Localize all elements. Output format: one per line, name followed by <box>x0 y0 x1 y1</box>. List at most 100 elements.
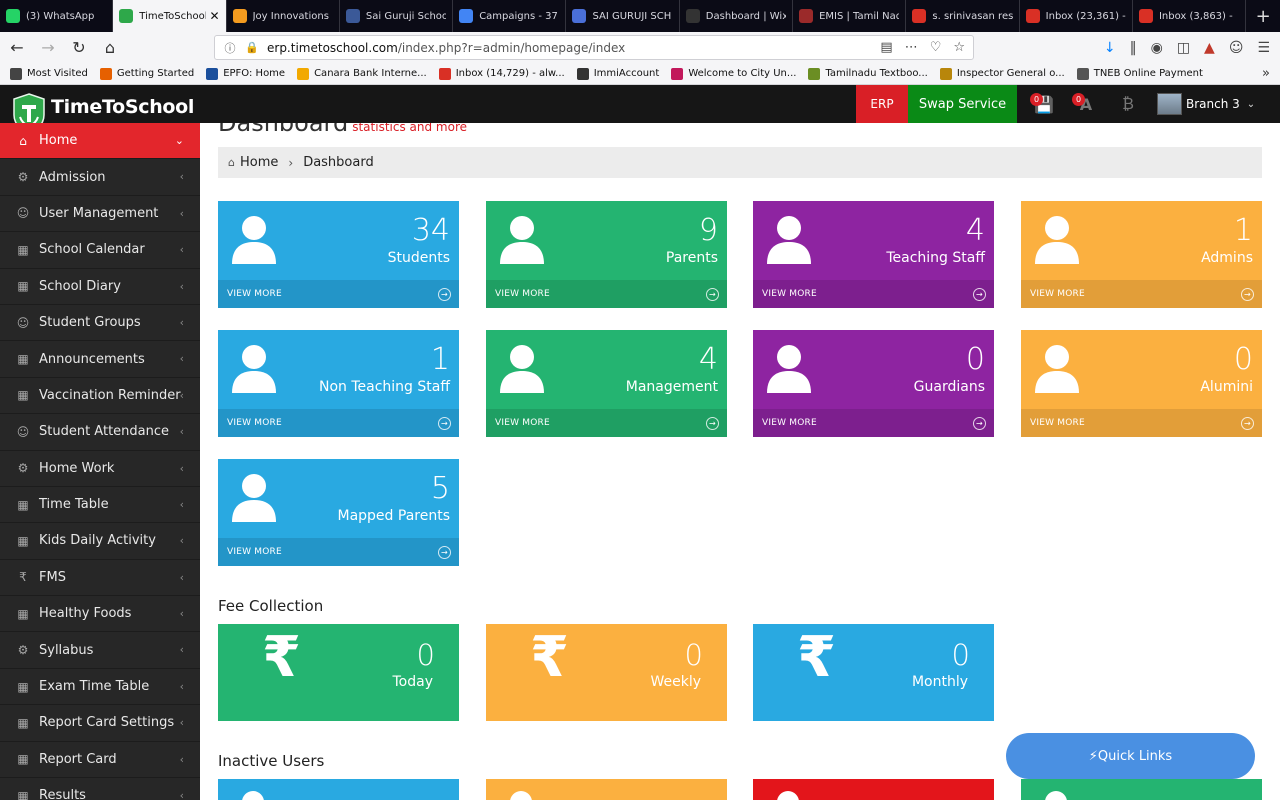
browser-tab[interactable]: (3) WhatsApp <box>0 0 114 32</box>
sidebar-item[interactable]: ⚙ Home Work ‹ <box>0 451 200 487</box>
browser-tab[interactable]: TimeToSchool ✕ <box>113 0 227 32</box>
not-secure-icon[interactable]: 🔒 <box>245 41 259 55</box>
breadcrumb-home[interactable]: Home <box>240 155 278 170</box>
library-icon[interactable]: ‖ <box>1130 40 1137 56</box>
browser-tab[interactable]: Dashboard | Wix <box>680 0 794 32</box>
new-tab-button[interactable]: + <box>1246 0 1280 32</box>
browser-tab-label: SAI GURUJI SCH <box>592 10 672 22</box>
stat-label: Guardians <box>913 379 985 395</box>
download-icon[interactable]: ↓ <box>1104 40 1116 56</box>
browser-tab[interactable]: Sai Guruji School <box>340 0 454 32</box>
reload-button[interactable]: ↻ <box>65 34 93 62</box>
extension-icon[interactable]: ◉ <box>1151 40 1163 56</box>
stat-card-body: 0 Guardians <box>753 330 994 409</box>
back-button[interactable]: ← <box>3 34 31 62</box>
view-more-link[interactable]: VIEW MORE → <box>1021 409 1262 437</box>
branch-name: Branch 3 <box>1186 97 1240 111</box>
bitcoin-icon[interactable]: ₿ <box>1110 85 1146 123</box>
view-more-link[interactable]: VIEW MORE → <box>218 280 459 308</box>
forward-button[interactable]: → <box>34 34 62 62</box>
browser-tab[interactable]: Inbox (3,863) - <box>1133 0 1247 32</box>
sidebar-item[interactable]: ⚙ Admission ‹ <box>0 159 200 196</box>
stat-card-body: 34 Students <box>218 201 459 280</box>
sidebar-item[interactable]: ☺ Student Groups ‹ <box>0 305 200 342</box>
swap-service-button[interactable]: Swap Service <box>908 85 1017 129</box>
page-actions-icon[interactable]: ⋯ <box>905 40 918 55</box>
browser-tab[interactable]: SAI GURUJI SCH <box>566 0 680 32</box>
arrow-circle-right-icon: → <box>438 288 451 301</box>
browser-tab[interactable]: Inbox (23,361) - <box>1020 0 1133 32</box>
branch-selector[interactable]: Branch 3 ⌄ <box>1157 85 1255 123</box>
sidebar-item[interactable]: ▦ Report Card ‹ <box>0 742 200 779</box>
bookmark-item[interactable]: Inspector General o... <box>939 67 1065 80</box>
view-more-link[interactable]: VIEW MORE → <box>486 280 727 308</box>
sidebar-item[interactable]: ▦ School Calendar ‹ <box>0 232 200 269</box>
browser-tab[interactable]: Joy Innovations <box>227 0 340 32</box>
bookmark-label: Welcome to City Un... <box>688 68 797 79</box>
stat-value: 4 <box>965 213 985 248</box>
sidebar-item[interactable]: ▦ Announcements ‹ <box>0 341 200 378</box>
bookmark-item[interactable]: Canara Bank Interne... <box>297 67 427 80</box>
account-icon[interactable]: ☺ <box>1229 40 1244 56</box>
sidebar-item[interactable]: ▦ Healthy Foods ‹ <box>0 596 200 633</box>
browser-tab[interactable]: EMIS | Tamil Nadu <box>793 0 907 32</box>
sidebar-item[interactable]: ▦ Kids Daily Activity ‹ <box>0 523 200 560</box>
calendar-icon: ▦ <box>17 606 29 621</box>
sidebar-item[interactable]: ▦ School Diary ‹ <box>0 269 200 305</box>
address-bar[interactable]: ⓘ 🔒 erp.timetoschool.com/index.php?r=adm… <box>214 35 974 60</box>
font-icon[interactable]: A0 <box>1068 85 1104 123</box>
erp-button[interactable]: ERP <box>856 85 908 129</box>
bookmarks-overflow-icon[interactable]: » <box>1262 66 1270 81</box>
info-icon[interactable]: ⓘ <box>223 41 237 55</box>
menu-icon[interactable]: ☰ <box>1257 40 1270 56</box>
sidebar-item[interactable]: ▦ Results ‹ <box>0 778 200 800</box>
bookmark-item[interactable]: Tamilnadu Textboo... <box>808 67 928 80</box>
sidebar-item[interactable]: ⌂ Home ⌄ <box>0 123 200 160</box>
sidebar-item[interactable]: ☺ Student Attendance ‹ <box>0 414 200 451</box>
user-icon <box>499 344 545 394</box>
view-more-link[interactable]: VIEW MORE → <box>218 538 459 566</box>
url-text[interactable]: erp.timetoschool.com/index.php?r=admin/h… <box>267 41 625 55</box>
pdf-icon[interactable]: ▲ <box>1204 40 1215 56</box>
view-more-link[interactable]: VIEW MORE → <box>753 280 994 308</box>
brand-logo[interactable]: TimeToSchool <box>0 85 200 135</box>
rupee-icon: ₹ <box>19 570 27 585</box>
brand-name: TimeToSchool <box>51 96 195 118</box>
quick-links-button[interactable]: ⚡ Quick Links <box>1006 733 1255 779</box>
bookmark-item[interactable]: TNEB Online Payment <box>1076 67 1203 80</box>
notification-save-icon[interactable]: 💾 0 <box>1026 85 1062 123</box>
view-more-link[interactable]: VIEW MORE → <box>218 409 459 437</box>
bookmark-item[interactable]: Most Visited <box>10 67 88 80</box>
home-button[interactable]: ⌂ <box>96 34 124 62</box>
stat-value: 34 <box>411 213 450 248</box>
bookmark-item[interactable]: Welcome to City Un... <box>671 67 797 80</box>
bookmark-item[interactable]: Getting Started <box>99 67 194 80</box>
browser-tab[interactable]: s. srinivasan res <box>906 0 1020 32</box>
sidebar-item[interactable]: ⚙ Syllabus ‹ <box>0 632 200 669</box>
sidebar-item[interactable]: ▦ Time Table ‹ <box>0 487 200 524</box>
calendar-icon: ▦ <box>17 788 29 800</box>
sidebar-item-label: Report Card <box>39 751 117 767</box>
view-more-link[interactable]: VIEW MORE → <box>486 409 727 437</box>
arrow-circle-right-icon: → <box>706 417 719 430</box>
bookmark-item[interactable]: Inbox (14,729) - alw... <box>438 67 565 80</box>
close-icon[interactable]: ✕ <box>210 9 220 23</box>
inactive-user-card <box>753 779 994 800</box>
url-path: /index.php?r=admin/homepage/index <box>397 40 626 55</box>
browser-tab[interactable]: Campaigns - 37 <box>453 0 567 32</box>
bookmark-item[interactable]: ImmiAccount <box>576 67 659 80</box>
pocket-icon[interactable]: ♡ <box>930 40 942 55</box>
bookmark-item[interactable]: EPFO: Home <box>206 67 285 80</box>
sidebar-item[interactable]: ▦ Vaccination Reminder ‹ <box>0 378 200 415</box>
view-more-link[interactable]: VIEW MORE → <box>753 409 994 437</box>
calendar-icon: ▦ <box>17 242 29 257</box>
sidebar-item[interactable]: ☺ User Management ‹ <box>0 196 200 233</box>
sidebar-toggle-icon[interactable]: ◫ <box>1177 40 1190 56</box>
sidebar-item[interactable]: ▦ Exam Time Table ‹ <box>0 669 200 706</box>
bookmark-star-icon[interactable]: ☆ <box>953 40 965 55</box>
sidebar-item[interactable]: ▦ Report Card Settings ‹ <box>0 705 200 742</box>
sidebar-item-label: Admission <box>39 169 106 185</box>
view-more-link[interactable]: VIEW MORE → <box>1021 280 1262 308</box>
reader-view-icon[interactable]: ▤ <box>880 40 892 55</box>
sidebar-item[interactable]: ₹ FMS ‹ <box>0 560 200 597</box>
